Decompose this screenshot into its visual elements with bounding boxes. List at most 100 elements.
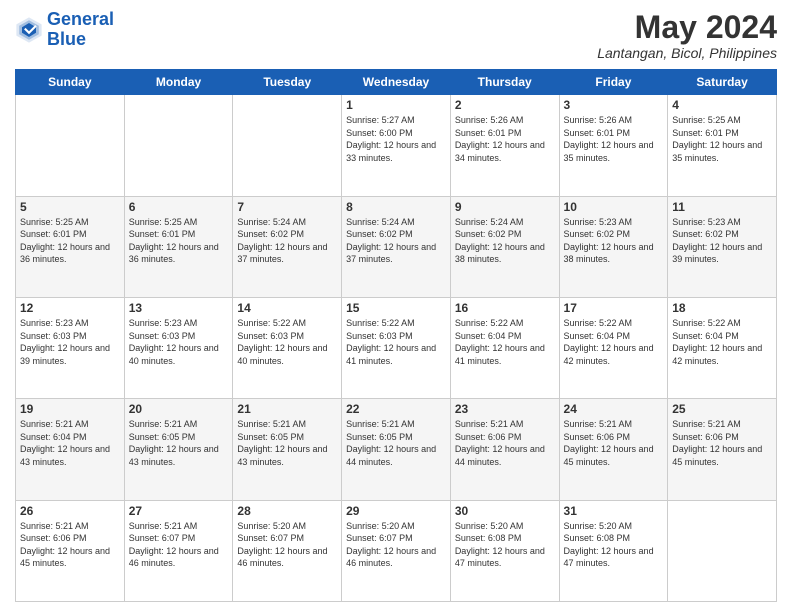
day-number: 2 [455,98,555,112]
calendar-week-1: 1 Sunrise: 5:27 AMSunset: 6:00 PMDaylight… [16,95,777,196]
logo-blue: Blue [47,29,86,49]
header: General Blue May 2024 Lantangan, Bicol, … [15,10,777,61]
weekday-header-sunday: Sunday [16,70,125,95]
day-number: 6 [129,200,229,214]
day-info: Sunrise: 5:25 AMSunset: 6:01 PMDaylight:… [672,114,772,164]
calendar-cell: 31 Sunrise: 5:20 AMSunset: 6:08 PMDayligh… [559,500,668,601]
calendar-cell: 26Sunrise: 5:21 AMSunset: 6:06 PMDayligh… [16,500,125,601]
calendar-cell: 28 Sunrise: 5:20 AMSunset: 6:07 PMDayligh… [233,500,342,601]
day-info: Sunrise: 5:21 AMSunset: 6:05 PMDaylight:… [129,418,229,468]
day-number: 19 [20,402,120,416]
logo-text: General Blue [47,10,114,50]
day-number: 8 [346,200,446,214]
calendar-cell: 5Sunrise: 5:25 AMSunset: 6:01 PMDaylight… [16,196,125,297]
calendar-cell: 24 Sunrise: 5:21 AMSunset: 6:06 PMDayligh… [559,399,668,500]
day-number: 30 [455,504,555,518]
day-info: Sunrise: 5:20 AMSunset: 6:07 PMDaylight:… [237,520,337,570]
day-info: Sunrise: 5:24 AMSunset: 6:02 PMDaylight:… [455,216,555,266]
day-number: 5 [20,200,120,214]
weekday-header-thursday: Thursday [450,70,559,95]
calendar-page: General Blue May 2024 Lantangan, Bicol, … [0,0,792,612]
day-info: Sunrise: 5:21 AMSunset: 6:05 PMDaylight:… [346,418,446,468]
title-area: May 2024 Lantangan, Bicol, Philippines [597,10,777,61]
day-info: Sunrise: 5:20 AMSunset: 6:08 PMDaylight:… [564,520,664,570]
day-number: 23 [455,402,555,416]
day-info: Sunrise: 5:22 AMSunset: 6:04 PMDaylight:… [455,317,555,367]
calendar-cell: 7 Sunrise: 5:24 AMSunset: 6:02 PMDaylight… [233,196,342,297]
day-info: Sunrise: 5:26 AMSunset: 6:01 PMDaylight:… [564,114,664,164]
calendar-week-2: 5 Sunrise: 5:25 AMSunset: 6:01 PMDaylight… [16,196,777,297]
calendar-cell [16,95,125,196]
day-number: 15 [346,301,446,315]
day-number: 10 [564,200,664,214]
day-number: 28 [237,504,337,518]
day-number: 29 [346,504,446,518]
day-info: Sunrise: 5:21 AMSunset: 6:04 PMDaylight:… [20,418,120,468]
day-number: 18 [672,301,772,315]
calendar-table: SundayMondayTuesdayWednesdayThursdayFrid… [15,69,777,602]
day-info: Sunrise: 5:22 AMSunset: 6:03 PMDaylight:… [237,317,337,367]
calendar-cell: 6 Sunrise: 5:25 AMSunset: 6:01 PMDaylight… [124,196,233,297]
logo: General Blue [15,10,114,50]
day-info: Sunrise: 5:23 AMSunset: 6:02 PMDaylight:… [564,216,664,266]
day-info: Sunrise: 5:24 AMSunset: 6:02 PMDaylight:… [346,216,446,266]
month-title: May 2024 [597,10,777,45]
day-info: Sunrise: 5:21 AMSunset: 6:05 PMDaylight:… [237,418,337,468]
day-info: Sunrise: 5:21 AMSunset: 6:06 PMDaylight:… [564,418,664,468]
weekday-header-tuesday: Tuesday [233,70,342,95]
day-info: Sunrise: 5:24 AMSunset: 6:02 PMDaylight:… [237,216,337,266]
calendar-cell: 2 Sunrise: 5:26 AMSunset: 6:01 PMDaylight… [450,95,559,196]
day-number: 17 [564,301,664,315]
day-info: Sunrise: 5:22 AMSunset: 6:03 PMDaylight:… [346,317,446,367]
day-number: 13 [129,301,229,315]
calendar-cell: 8 Sunrise: 5:24 AMSunset: 6:02 PMDaylight… [342,196,451,297]
calendar-cell: 3Sunrise: 5:26 AMSunset: 6:01 PMDaylight… [559,95,668,196]
calendar-cell: 21Sunrise: 5:21 AMSunset: 6:05 PMDayligh… [233,399,342,500]
day-number: 22 [346,402,446,416]
day-info: Sunrise: 5:23 AMSunset: 6:03 PMDaylight:… [129,317,229,367]
calendar-cell: 25Sunrise: 5:21 AMSunset: 6:06 PMDayligh… [668,399,777,500]
weekday-header-friday: Friday [559,70,668,95]
day-info: Sunrise: 5:23 AMSunset: 6:02 PMDaylight:… [672,216,772,266]
day-number: 11 [672,200,772,214]
weekday-header-saturday: Saturday [668,70,777,95]
calendar-cell: 22 Sunrise: 5:21 AMSunset: 6:05 PMDayligh… [342,399,451,500]
day-number: 4 [672,98,772,112]
calendar-cell: 19 Sunrise: 5:21 AMSunset: 6:04 PMDayligh… [16,399,125,500]
calendar-cell: 30Sunrise: 5:20 AMSunset: 6:08 PMDayligh… [450,500,559,601]
calendar-cell [233,95,342,196]
calendar-cell: 12 Sunrise: 5:23 AMSunset: 6:03 PMDayligh… [16,297,125,398]
calendar-cell: 14Sunrise: 5:22 AMSunset: 6:03 PMDayligh… [233,297,342,398]
logo-general: General [47,9,114,29]
calendar-cell [668,500,777,601]
day-number: 31 [564,504,664,518]
day-info: Sunrise: 5:25 AMSunset: 6:01 PMDaylight:… [129,216,229,266]
calendar-cell: 13 Sunrise: 5:23 AMSunset: 6:03 PMDayligh… [124,297,233,398]
calendar-week-3: 12 Sunrise: 5:23 AMSunset: 6:03 PMDayligh… [16,297,777,398]
day-number: 1 [346,98,446,112]
day-number: 20 [129,402,229,416]
day-number: 16 [455,301,555,315]
day-number: 26 [20,504,120,518]
day-info: Sunrise: 5:27 AMSunset: 6:00 PMDaylight:… [346,114,446,164]
day-number: 7 [237,200,337,214]
location: Lantangan, Bicol, Philippines [597,45,777,61]
calendar-cell: 11 Sunrise: 5:23 AMSunset: 6:02 PMDayligh… [668,196,777,297]
day-info: Sunrise: 5:23 AMSunset: 6:03 PMDaylight:… [20,317,120,367]
calendar-cell: 18Sunrise: 5:22 AMSunset: 6:04 PMDayligh… [668,297,777,398]
day-number: 24 [564,402,664,416]
calendar-cell: 27Sunrise: 5:21 AMSunset: 6:07 PMDayligh… [124,500,233,601]
day-number: 27 [129,504,229,518]
weekday-header-wednesday: Wednesday [342,70,451,95]
calendar-cell [124,95,233,196]
day-info: Sunrise: 5:20 AMSunset: 6:07 PMDaylight:… [346,520,446,570]
day-number: 12 [20,301,120,315]
day-number: 9 [455,200,555,214]
day-info: Sunrise: 5:26 AMSunset: 6:01 PMDaylight:… [455,114,555,164]
day-number: 25 [672,402,772,416]
weekday-header-row: SundayMondayTuesdayWednesdayThursdayFrid… [16,70,777,95]
calendar-cell: 29 Sunrise: 5:20 AMSunset: 6:07 PMDayligh… [342,500,451,601]
day-info: Sunrise: 5:21 AMSunset: 6:06 PMDaylight:… [455,418,555,468]
calendar-cell: 15 Sunrise: 5:22 AMSunset: 6:03 PMDayligh… [342,297,451,398]
weekday-header-monday: Monday [124,70,233,95]
